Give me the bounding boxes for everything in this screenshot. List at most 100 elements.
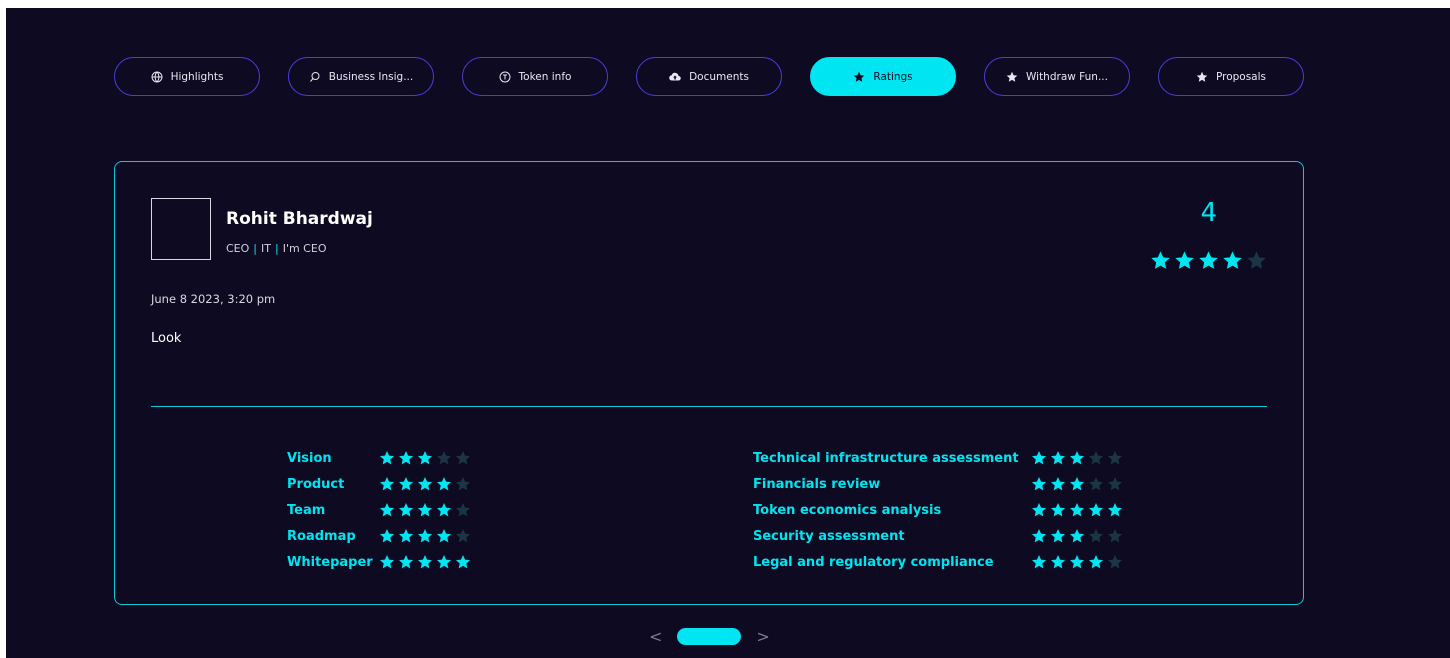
star-filled-icon bbox=[436, 554, 452, 570]
tab-label: Withdraw Fun... bbox=[1026, 70, 1108, 83]
star-filled-icon bbox=[1198, 250, 1219, 271]
tab-ratings[interactable]: Ratings bbox=[810, 57, 956, 96]
star-filled-icon bbox=[398, 554, 414, 570]
star-filled-icon bbox=[417, 528, 433, 544]
star-icon bbox=[854, 71, 865, 82]
tab-label: Token info bbox=[518, 70, 572, 83]
tab-label: Ratings bbox=[873, 70, 913, 83]
tab-label: Documents bbox=[689, 70, 749, 83]
review-card: Rohit Bhardwaj CEO | IT | I'm CEO June 8 202… bbox=[114, 161, 1304, 605]
criteria-row: Legal and regulatory compliance bbox=[753, 549, 1123, 575]
criteria-row: Whitepaper bbox=[287, 549, 471, 575]
tab-label: Highlights bbox=[170, 70, 224, 83]
star-empty-icon bbox=[1088, 450, 1104, 466]
star-filled-icon bbox=[1069, 502, 1085, 518]
criteria-row: Technical infrastructure assessment bbox=[753, 445, 1123, 471]
criteria-label: Roadmap bbox=[287, 528, 356, 544]
criteria-label: Legal and regulatory compliance bbox=[753, 554, 994, 570]
criteria-label: Technical infrastructure assessment bbox=[753, 450, 1019, 466]
star-filled-icon bbox=[1107, 502, 1123, 518]
criteria-stars bbox=[379, 450, 471, 466]
star-filled-icon bbox=[379, 502, 395, 518]
star-empty-icon bbox=[1107, 528, 1123, 544]
star-empty-icon bbox=[436, 450, 452, 466]
tab-label: Proposals bbox=[1215, 70, 1267, 83]
star-filled-icon bbox=[1031, 528, 1047, 544]
criteria-stars bbox=[1031, 554, 1123, 570]
tab-documents[interactable]: Documents bbox=[636, 57, 782, 96]
star-empty-icon bbox=[1088, 528, 1104, 544]
star-filled-icon bbox=[379, 450, 395, 466]
avatar bbox=[151, 198, 211, 260]
star-filled-icon bbox=[398, 476, 414, 492]
criteria-stars bbox=[379, 554, 471, 570]
star-empty-icon bbox=[455, 476, 471, 492]
criteria-label: Team bbox=[287, 502, 326, 518]
ratings-panel: Highlights Business Insig... Token info … bbox=[6, 8, 1450, 658]
star-empty-icon bbox=[455, 528, 471, 544]
star-filled-icon bbox=[417, 502, 433, 518]
overall-score: 4 bbox=[1200, 198, 1217, 228]
criteria-label: Token economics analysis bbox=[753, 502, 942, 518]
criteria-row: Vision bbox=[287, 445, 471, 471]
star-filled-icon bbox=[1088, 554, 1104, 570]
reviewer-role: CEO bbox=[226, 242, 250, 255]
criteria-label: Product bbox=[287, 476, 345, 492]
criteria-label: Whitepaper bbox=[287, 554, 373, 570]
star-filled-icon bbox=[1150, 250, 1171, 271]
review-date: June 8 2023, 3:20 pm bbox=[151, 292, 276, 306]
cloud-upload-icon bbox=[669, 72, 681, 81]
star-filled-icon bbox=[379, 528, 395, 544]
criteria-row: Roadmap bbox=[287, 523, 471, 549]
tab-business-insights[interactable]: Business Insig... bbox=[288, 57, 434, 96]
star-filled-icon bbox=[417, 476, 433, 492]
active-page-indicator[interactable] bbox=[677, 628, 742, 645]
star-empty-icon bbox=[455, 450, 471, 466]
reviewer-bio: I'm CEO bbox=[282, 242, 327, 255]
magnifier-icon bbox=[309, 71, 320, 82]
star-icon bbox=[1196, 71, 1208, 82]
tab-token-info[interactable]: Token info bbox=[462, 57, 608, 96]
tab-label: Business Insig... bbox=[328, 70, 414, 83]
tab-withdraw-funds[interactable]: Withdraw Fun... bbox=[984, 57, 1130, 96]
star-filled-icon bbox=[379, 476, 395, 492]
next-arrow-button[interactable]: > bbox=[756, 627, 769, 646]
star-filled-icon bbox=[1069, 476, 1085, 492]
criteria-stars bbox=[1031, 450, 1123, 466]
star-filled-icon bbox=[455, 554, 471, 570]
star-filled-icon bbox=[1222, 250, 1243, 271]
criteria-label: Vision bbox=[287, 450, 332, 466]
token-icon bbox=[499, 71, 511, 82]
star-filled-icon bbox=[1050, 528, 1066, 544]
star-filled-icon bbox=[1050, 502, 1066, 518]
star-filled-icon bbox=[1069, 528, 1085, 544]
star-filled-icon bbox=[398, 450, 414, 466]
criteria-stars bbox=[1031, 476, 1123, 492]
star-filled-icon bbox=[436, 476, 452, 492]
tab-proposals[interactable]: Proposals bbox=[1158, 57, 1304, 96]
star-filled-icon bbox=[1031, 502, 1047, 518]
carousel-pager: < > bbox=[649, 627, 770, 646]
star-filled-icon bbox=[1174, 250, 1195, 271]
prev-arrow-button[interactable]: < bbox=[649, 627, 662, 646]
criteria-list-right: Technical infrastructure assessment Fina… bbox=[753, 445, 1123, 575]
star-filled-icon bbox=[1031, 476, 1047, 492]
star-filled-icon bbox=[1088, 502, 1104, 518]
meta-separator: | bbox=[274, 242, 279, 255]
tab-highlights[interactable]: Highlights bbox=[114, 57, 260, 96]
star-empty-icon bbox=[1107, 476, 1123, 492]
star-filled-icon bbox=[1031, 554, 1047, 570]
star-filled-icon bbox=[398, 502, 414, 518]
criteria-stars bbox=[379, 502, 471, 518]
reviewer-name: Rohit Bhardwaj bbox=[226, 209, 373, 229]
star-filled-icon bbox=[436, 502, 452, 518]
star-filled-icon bbox=[417, 554, 433, 570]
star-filled-icon bbox=[436, 528, 452, 544]
criteria-stars bbox=[379, 528, 471, 544]
divider bbox=[151, 406, 1267, 407]
criteria-list-left: Vision Product Team Roadmap Whitepaper bbox=[287, 445, 471, 575]
overall-star-rating bbox=[1150, 250, 1267, 271]
reviewer-meta: CEO | IT | I'm CEO bbox=[226, 242, 326, 255]
star-empty-icon bbox=[1107, 554, 1123, 570]
meta-separator: | bbox=[253, 242, 258, 255]
